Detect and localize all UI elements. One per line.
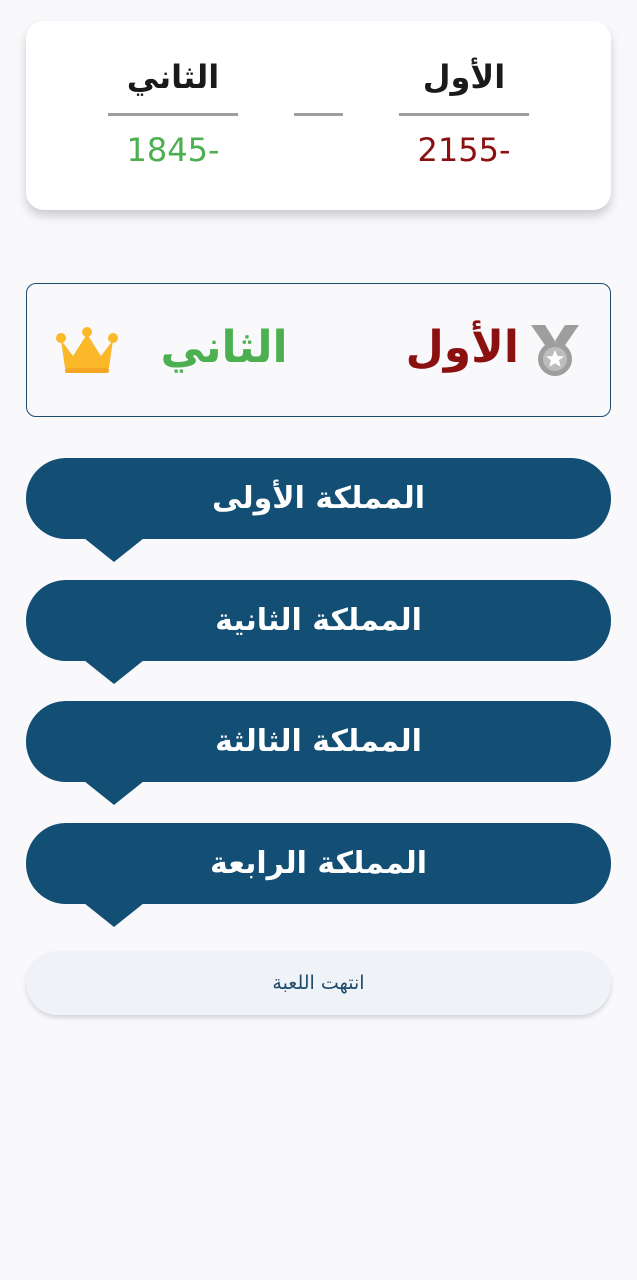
team-second-name: الثاني [126,58,220,96]
winner-second-label: الثاني [160,322,288,373]
kingdom-3-button[interactable]: المملكة الثالثة [26,701,611,805]
end-game-button[interactable]: انتهت اللعبة [26,951,611,1015]
winner-banner: الأول الثاني [26,283,611,417]
kingdom-1-label: المملكة الأولى [212,481,425,516]
score-card: الأول 2155- الثاني 1845- [26,21,611,210]
team-first-name: الأول [422,58,506,96]
kingdom-3-label: المملكة الثالثة [215,724,422,759]
score-separator [294,113,343,116]
team-second-column: الثاني 1845- [108,55,238,170]
speech-tail [84,903,144,927]
kingdom-2-button[interactable]: المملكة الثانية [26,580,611,684]
kingdom-2-label: المملكة الثانية [215,603,422,638]
end-game-label: انتهت اللعبة [272,972,365,994]
winner-first-label: الأول [405,322,519,373]
speech-tail [84,781,144,805]
team-second-score: 1845- [126,131,220,169]
crown-icon [56,327,118,373]
team-first-column: الأول 2155- [399,55,529,170]
kingdom-4-label: المملكة الرابعة [210,846,427,881]
team-first-divider [399,113,529,116]
kingdom-4-button[interactable]: المملكة الرابعة [26,823,611,927]
team-second-divider [108,113,238,116]
kingdom-1-button[interactable]: المملكة الأولى [26,458,611,562]
team-first-score: 2155- [417,131,511,169]
speech-tail [84,660,144,684]
medal-icon [531,325,579,376]
speech-tail [84,538,144,562]
